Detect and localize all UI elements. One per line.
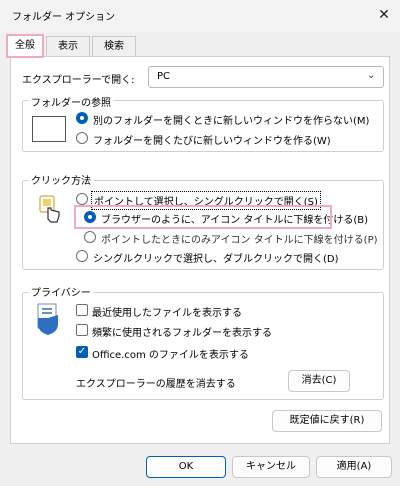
checkbox-office-files[interactable]: ✓: [76, 346, 88, 358]
option-same-window[interactable]: 別のフォルダーを開くときに新しいウィンドウを作らない(M): [93, 112, 369, 127]
window-title: フォルダー オプション: [12, 12, 116, 23]
radio-new-window[interactable]: [76, 132, 88, 144]
open-explorer-value: PC: [157, 71, 171, 82]
tab-view[interactable]: 表示: [46, 36, 90, 56]
restore-defaults-button[interactable]: 既定値に戻す(R): [272, 410, 382, 432]
click-hand-icon: [38, 194, 62, 224]
radio-same-window[interactable]: [76, 112, 88, 124]
clear-button[interactable]: 消去(C): [288, 370, 350, 392]
radio-double-click[interactable]: [76, 250, 88, 262]
ok-button[interactable]: OK: [146, 456, 226, 478]
highlight-box: [74, 205, 332, 229]
privacy-title: プライバシー: [28, 284, 94, 299]
check-frequent-folders[interactable]: 頻繁に使用されるフォルダーを表示する: [92, 324, 272, 339]
checkbox-recent-files[interactable]: [76, 304, 88, 316]
clear-history-label: エクスプローラーの履歴を消去する: [76, 379, 236, 390]
checkbox-frequent-folders[interactable]: [76, 324, 88, 336]
open-explorer-label: エクスプローラーで開く:: [22, 75, 135, 86]
option-new-window[interactable]: フォルダーを開くたびに新しいウィンドウを作る(W): [93, 132, 331, 147]
browse-folders-title: フォルダーの参照: [28, 94, 114, 109]
check-office-files[interactable]: Office.com のファイルを表示する: [92, 346, 249, 361]
option-double-click[interactable]: シングルクリックで選択し、ダブルクリックで開く(D): [93, 250, 339, 265]
privacy-shield-icon: [34, 302, 64, 336]
open-explorer-dropdown[interactable]: PC ⌄: [148, 66, 384, 88]
chevron-down-icon: ⌄: [367, 70, 376, 81]
option-underline-hover[interactable]: ポイントしたときにのみアイコン タイトルに下線を付ける(P): [101, 231, 378, 246]
click-method-title: クリック方法: [28, 172, 94, 187]
radio-single-click[interactable]: [76, 193, 88, 205]
window-preview-icon: [32, 116, 66, 142]
tab-search[interactable]: 検索: [92, 36, 136, 56]
apply-button[interactable]: 適用(A): [316, 456, 392, 478]
check-recent-files[interactable]: 最近使用したファイルを表示する: [92, 304, 242, 319]
tab-general[interactable]: 全般: [6, 34, 44, 58]
cancel-button[interactable]: キャンセル: [232, 456, 310, 478]
radio-underline-hover[interactable]: [84, 231, 96, 243]
close-icon[interactable]: ✕: [372, 4, 396, 26]
